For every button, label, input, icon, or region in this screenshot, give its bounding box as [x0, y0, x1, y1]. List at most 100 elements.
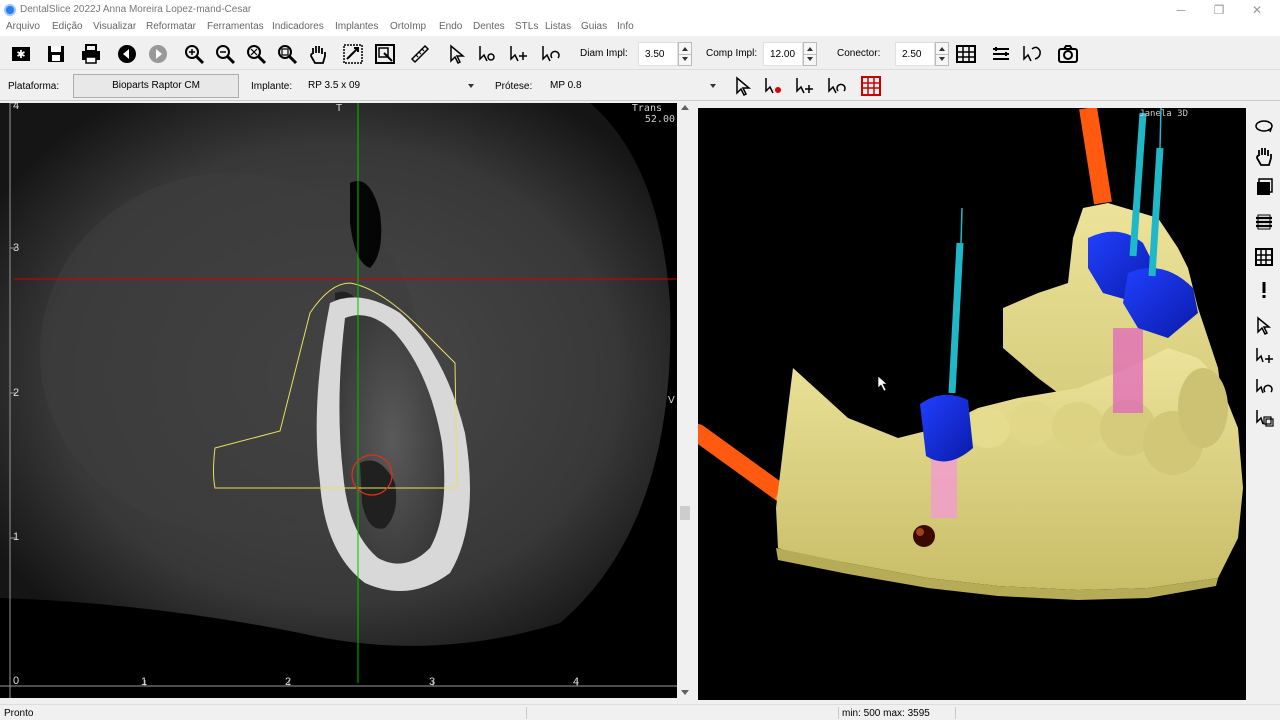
forward-button[interactable]	[145, 41, 171, 67]
ct-slice-image	[0, 103, 677, 698]
app-logo-icon	[4, 4, 16, 16]
panoramic-icon	[993, 47, 1009, 60]
restore-button[interactable]: ❐	[1204, 2, 1234, 18]
select-tool-button[interactable]	[444, 41, 470, 67]
pointer-tool-button[interactable]	[730, 73, 756, 99]
select-arrow-icon	[1257, 316, 1272, 336]
diam-impl-input[interactable]: 3.50	[638, 42, 678, 66]
diam-impl-stepper[interactable]	[678, 42, 692, 66]
hand-icon	[310, 46, 326, 64]
curve-tool-button[interactable]	[1019, 41, 1045, 67]
add-implant-tool-button[interactable]	[474, 41, 500, 67]
menu-info[interactable]: Info	[617, 21, 634, 32]
reformat-icon	[343, 44, 363, 64]
chevron-down-icon	[710, 84, 716, 88]
copy-arrow-icon	[1256, 410, 1274, 427]
zoom-out-icon	[216, 45, 236, 65]
zoom-window-button[interactable]	[274, 41, 300, 67]
ct-slice-view[interactable]: 4 3 2 1 0 1 2 3 4 T V Trans 52.00	[0, 103, 677, 698]
menu-edicao[interactable]: Edição	[52, 21, 83, 32]
save-button[interactable]	[43, 41, 69, 67]
stack-icon	[1256, 214, 1272, 230]
rotate-object-button[interactable]	[1252, 375, 1276, 399]
menu-bar: Arquivo Edição Visualizar Reformatar Fer…	[0, 20, 1280, 36]
copy-object-button[interactable]	[1252, 406, 1276, 430]
y-tick-label: 3	[13, 242, 20, 254]
comp-impl-stepper[interactable]	[803, 42, 817, 66]
implant-arrow-icon	[479, 46, 495, 62]
y-tick-label: 2	[13, 387, 20, 399]
zoom-window-icon	[278, 45, 298, 65]
x-tick-label: 4	[573, 676, 580, 688]
grid-view-button[interactable]	[953, 41, 979, 67]
trans-label: Trans	[631, 103, 662, 114]
back-icon	[118, 45, 136, 63]
scroll-down-icon[interactable]	[681, 690, 689, 695]
diam-impl-label: Diam Impl:	[580, 48, 628, 59]
curve-icon	[1023, 46, 1041, 62]
view-3d-toolbar	[1248, 108, 1280, 700]
new-icon: ✱	[12, 47, 30, 61]
menu-arquivo[interactable]: Arquivo	[6, 21, 40, 32]
screenshot-button[interactable]	[1055, 41, 1081, 67]
conector-stepper[interactable]	[935, 42, 949, 66]
move-3d-button[interactable]	[1252, 344, 1276, 368]
scroll-up-icon[interactable]	[681, 105, 689, 110]
mark-point-button[interactable]	[760, 73, 786, 99]
close-button[interactable]: ✕	[1242, 2, 1272, 18]
menu-listas[interactable]: Listas	[545, 21, 571, 32]
menu-indicadores[interactable]: Indicadores	[272, 21, 324, 32]
menu-ortoimp[interactable]: OrtoImp	[390, 21, 426, 32]
ruler-button[interactable]	[407, 41, 433, 67]
layers-button[interactable]	[1252, 175, 1276, 199]
comp-impl-input[interactable]: 12.00	[763, 42, 803, 66]
pan-button[interactable]	[305, 41, 331, 67]
zoom-in-button[interactable]	[181, 41, 207, 67]
protese-select[interactable]: MP 0.8	[547, 77, 720, 95]
side-marker: V	[668, 395, 675, 406]
rotate-implant-tool-button[interactable]	[537, 41, 563, 67]
grid-3d-button[interactable]	[1252, 245, 1276, 269]
hand-icon	[1256, 148, 1272, 166]
implante-select[interactable]: RP 3.5 x 09	[305, 77, 478, 95]
status-divider	[955, 707, 956, 719]
menu-guias[interactable]: Guias	[581, 21, 607, 32]
menu-endo[interactable]: Endo	[439, 21, 462, 32]
view-3d[interactable]: Janela 3D	[698, 108, 1246, 700]
zoom-fit-button[interactable]	[243, 41, 269, 67]
menu-visualizar[interactable]: Visualizar	[93, 21, 136, 32]
ct-vertical-scrollbar[interactable]	[678, 103, 692, 698]
top-marker: T	[336, 103, 343, 114]
y-tick-label: 0	[13, 675, 20, 687]
menu-reformatar[interactable]: Reformatar	[146, 21, 196, 32]
pan-3d-button[interactable]	[1252, 144, 1276, 168]
rotate-3d-button[interactable]	[1252, 114, 1276, 138]
table-view-button[interactable]	[858, 73, 884, 99]
plataforma-button[interactable]: Bioparts Raptor CM	[73, 74, 239, 98]
panoramic-button[interactable]	[988, 41, 1014, 67]
menu-dentes[interactable]: Dentes	[473, 21, 505, 32]
alert-button[interactable]	[1252, 278, 1276, 302]
grid-icon	[1255, 248, 1273, 266]
scroll-thumb[interactable]	[680, 506, 690, 520]
back-button[interactable]	[114, 41, 140, 67]
window-level-button[interactable]	[372, 41, 398, 67]
reformat-button[interactable]	[340, 41, 366, 67]
menu-implantes[interactable]: Implantes	[335, 21, 378, 32]
zoom-out-button[interactable]	[212, 41, 238, 67]
print-button[interactable]	[78, 41, 104, 67]
menu-ferramentas[interactable]: Ferramentas	[207, 21, 264, 32]
select-3d-button[interactable]	[1252, 314, 1276, 338]
minimize-button[interactable]: ─	[1166, 2, 1196, 18]
y-tick-label: 4	[13, 103, 20, 112]
menu-stls[interactable]: STLs	[515, 21, 538, 32]
move-point-button[interactable]	[791, 73, 817, 99]
rotate-point-button[interactable]	[823, 73, 849, 99]
new-button[interactable]: ✱	[8, 41, 34, 67]
zoom-fit-icon	[247, 45, 267, 65]
move-implant-tool-button[interactable]	[505, 41, 531, 67]
rotate-arrow-icon	[828, 78, 846, 94]
conector-input[interactable]: 2.50	[895, 42, 935, 66]
stack-button[interactable]	[1252, 210, 1276, 234]
x-tick-label: 3	[429, 676, 436, 688]
